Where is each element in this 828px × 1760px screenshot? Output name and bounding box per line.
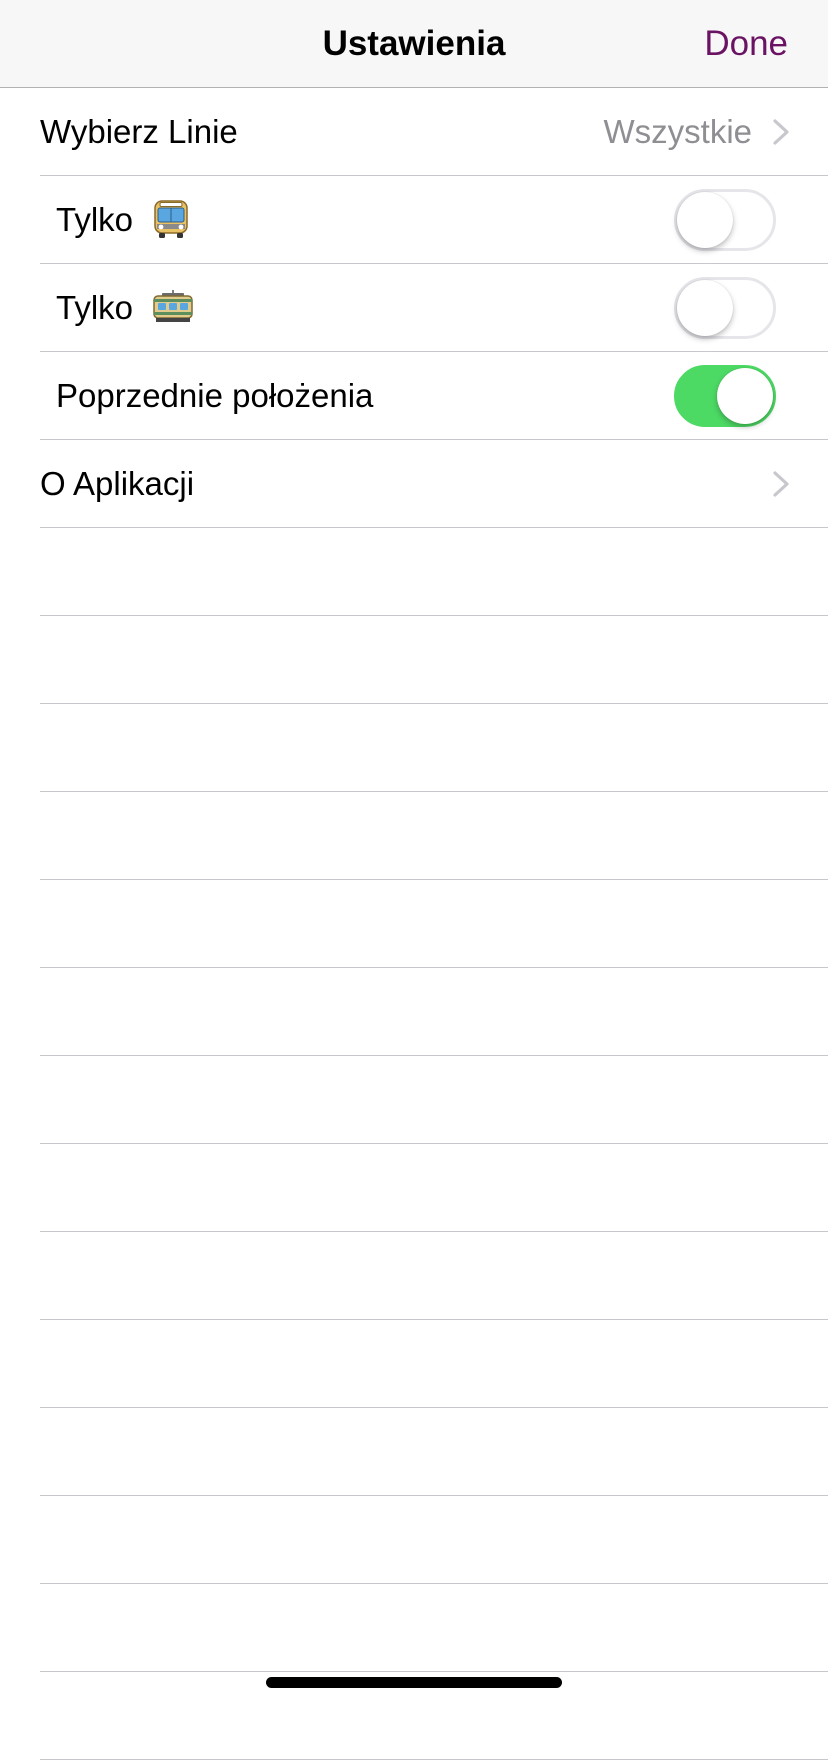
done-button[interactable]: Done <box>704 0 788 88</box>
select-lines-value: Wszystkie <box>603 113 753 150</box>
previous-positions-toggle[interactable] <box>674 365 776 427</box>
toggle-knob <box>677 280 733 336</box>
empty-row <box>0 1496 828 1584</box>
toggle-knob <box>717 368 773 424</box>
empty-row <box>0 1320 828 1408</box>
empty-row <box>0 616 828 704</box>
only-tram-row: Tylko <box>0 264 828 352</box>
empty-row <box>0 1584 828 1672</box>
about-row[interactable]: O Aplikacji <box>0 440 828 528</box>
tram-icon <box>153 290 193 323</box>
empty-row <box>0 1408 828 1496</box>
chevron-right-icon <box>773 119 789 145</box>
only-bus-label-container: Tylko <box>56 176 190 264</box>
about-label: O Aplikacji <box>40 465 195 502</box>
home-indicator[interactable] <box>266 1677 562 1688</box>
empty-row <box>0 792 828 880</box>
only-tram-label-container: Tylko <box>56 264 194 352</box>
previous-positions-row: Poprzednie położenia <box>0 352 828 440</box>
empty-row <box>0 704 828 792</box>
empty-row <box>0 880 828 968</box>
empty-row <box>0 968 828 1056</box>
empty-row <box>0 528 828 616</box>
bus-icon <box>154 200 188 239</box>
only-bus-toggle[interactable] <box>674 189 776 251</box>
toggle-knob <box>677 192 733 248</box>
previous-positions-label: Poprzednie położenia <box>56 377 374 414</box>
empty-row <box>0 1056 828 1144</box>
select-lines-row[interactable]: Wybierz Linie Wszystkie <box>0 88 828 176</box>
navigation-bar: Ustawienia Done <box>0 0 828 88</box>
settings-list: Wybierz Linie Wszystkie Tylko Tylko Popr… <box>0 88 828 1760</box>
empty-row <box>0 1232 828 1320</box>
only-tram-toggle[interactable] <box>674 277 776 339</box>
chevron-right-icon <box>773 471 789 497</box>
only-bus-label: Tylko <box>56 201 134 238</box>
only-bus-row: Tylko <box>0 176 828 264</box>
select-lines-label: Wybierz Linie <box>40 113 238 150</box>
empty-row <box>0 1144 828 1232</box>
only-tram-label: Tylko <box>56 289 134 326</box>
